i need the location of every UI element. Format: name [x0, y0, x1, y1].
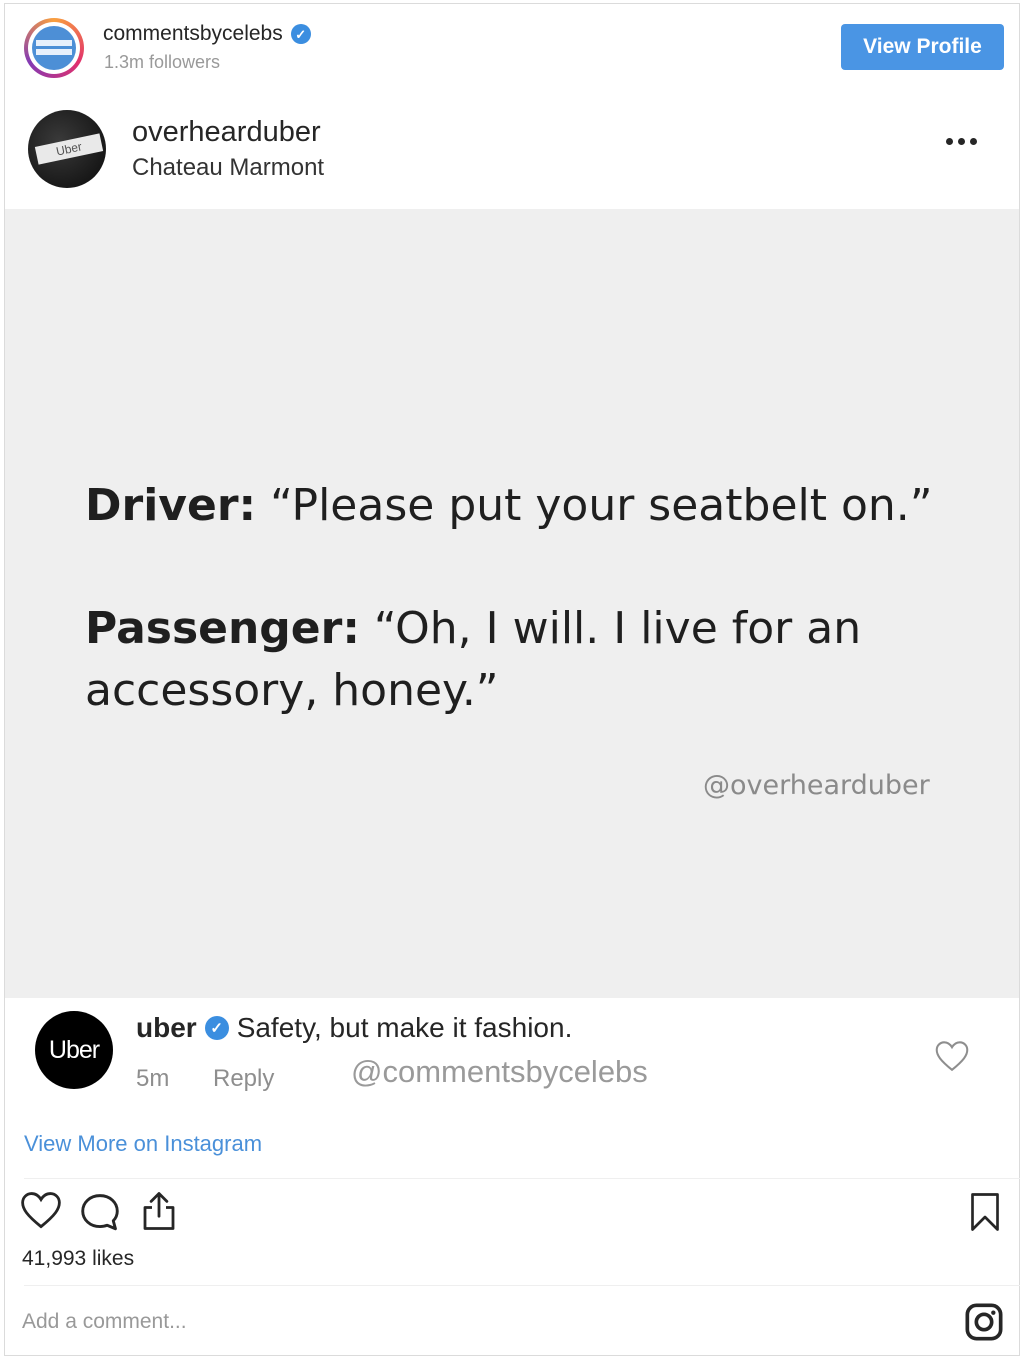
commentsbycelebs-avatar[interactable] — [24, 18, 84, 78]
bookmark-icon[interactable] — [967, 1192, 1003, 1237]
divider — [24, 1285, 1020, 1286]
view-profile-button[interactable]: View Profile — [841, 24, 1004, 70]
post-location[interactable]: Chateau Marmont — [132, 154, 324, 182]
like-count: 41,993 likes — [22, 1247, 135, 1270]
passenger-speaker: Passenger: — [85, 603, 360, 654]
follower-count: 1.3m followers — [104, 52, 221, 72]
post-owner-username[interactable]: overhearduber — [132, 116, 321, 149]
verified-badge-icon: ✓ — [204, 1016, 229, 1040]
driver-speaker: Driver: — [85, 480, 257, 531]
reply-button[interactable]: Reply — [213, 1065, 274, 1093]
instagram-icon[interactable] — [964, 1302, 1004, 1347]
uber-avatar[interactable]: Uber — [35, 1011, 113, 1089]
passenger-line: Passenger: “Oh, I will. I live for an — [85, 598, 861, 660]
heart-icon[interactable] — [20, 1190, 62, 1235]
driver-line: Driver: “Please put your seatbelt on.” — [85, 475, 933, 537]
passenger-line-continued: accessory, honey.” — [85, 665, 499, 716]
comment-line: uber ✓ Safety, but make it fashion. — [136, 1012, 572, 1044]
passenger-quote: “Oh, I will. I live for an — [359, 603, 862, 654]
add-comment-input[interactable]: Add a comment... — [22, 1310, 187, 1334]
verified-badge-icon: ✓ — [290, 24, 311, 44]
comment-watermark: @commentsbycelebs — [351, 1054, 648, 1089]
comment-icon[interactable] — [78, 1192, 122, 1237]
overhearduber-avatar[interactable]: Uber — [28, 110, 106, 188]
comment-time: 5m — [136, 1065, 170, 1092]
divider — [24, 1178, 1020, 1179]
view-more-on-instagram-link[interactable]: View More on Instagram — [24, 1131, 262, 1157]
more-options-icon[interactable] — [946, 138, 977, 145]
driver-quote: “Please put your seatbelt on.” — [256, 480, 933, 531]
post-image: Driver: “Please put your seatbelt on.” P… — [5, 209, 1019, 998]
image-watermark: @overhearduber — [703, 770, 930, 801]
header-username-row[interactable]: commentsbycelebs ✓ — [103, 22, 311, 46]
share-icon[interactable] — [139, 1190, 179, 1237]
comment-like-heart-icon[interactable] — [934, 1040, 970, 1077]
comment-text: Safety, but make it fashion. — [236, 1012, 573, 1043]
header-username[interactable]: commentsbycelebs — [103, 22, 283, 46]
comment-username[interactable]: uber — [136, 1012, 197, 1044]
